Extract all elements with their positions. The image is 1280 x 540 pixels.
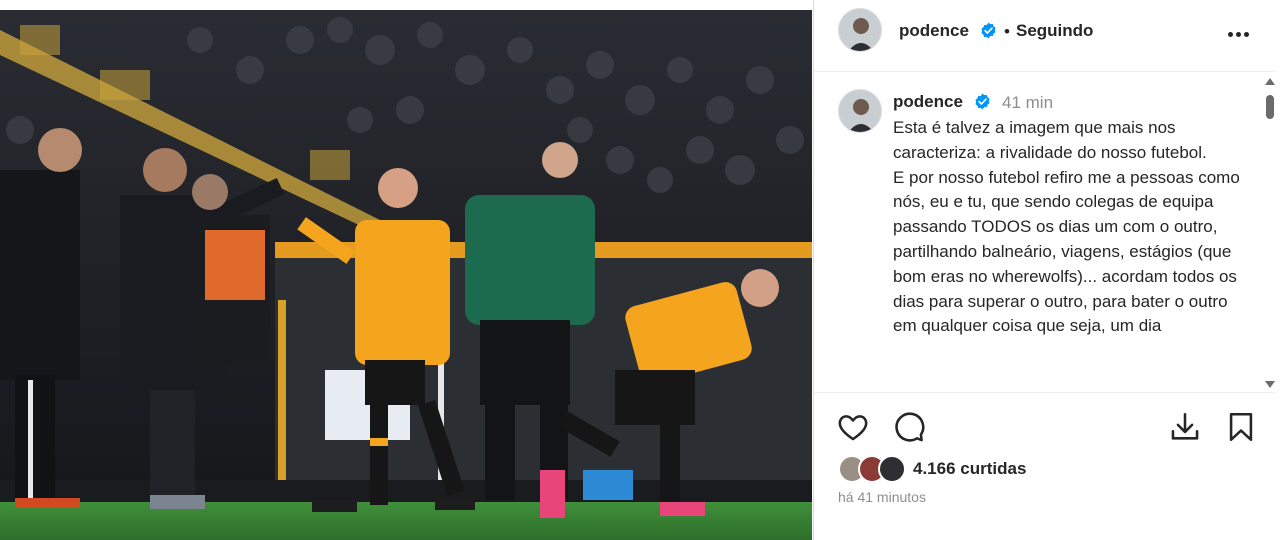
verified-badge-icon [974, 93, 991, 110]
header-separator-dot: • [1004, 22, 1010, 41]
verified-badge-icon [980, 22, 997, 39]
scrollbar-thumb[interactable] [1266, 95, 1274, 119]
caption-section: podence 41 min Esta é talvez a imagem qu… [814, 74, 1275, 392]
caption-scrollbar[interactable] [1263, 74, 1277, 392]
post-photo-illustration [0, 10, 812, 540]
comment-button[interactable] [892, 410, 926, 444]
caption-text: Esta é talvez a imagem que mais nos cara… [893, 118, 1240, 336]
heart-icon [838, 415, 868, 441]
bookmark-icon [1229, 412, 1253, 442]
actions-divider [814, 392, 1275, 393]
caption-author-avatar[interactable] [838, 89, 882, 133]
author-avatar-image [839, 9, 881, 51]
post-photo[interactable] [0, 10, 812, 540]
caption-avatar-image [839, 90, 881, 132]
caption-time-ago: 41 min [1002, 93, 1054, 112]
following-button[interactable]: Seguindo [1016, 21, 1093, 41]
like-button[interactable] [836, 410, 870, 444]
download-icon [1171, 412, 1199, 440]
scroll-up-arrow-icon[interactable] [1265, 78, 1275, 85]
likes-count[interactable]: 4.166 curtidas [913, 459, 1026, 479]
caption-username[interactable]: podence [893, 92, 963, 112]
comment-icon [895, 412, 925, 442]
more-options-icon[interactable] [1228, 24, 1256, 38]
author-username[interactable]: podence [899, 21, 969, 41]
post-header: podence • Seguindo [814, 0, 1275, 72]
post-side-panel: podence • Seguindo podence 41 min Esta é… [813, 0, 1280, 540]
author-avatar[interactable] [838, 8, 882, 52]
liker-avatar [878, 455, 906, 483]
scroll-down-arrow-icon[interactable] [1265, 381, 1275, 388]
post-timestamp[interactable]: há 41 minutos [838, 489, 926, 505]
save-button[interactable] [1224, 410, 1258, 444]
download-button[interactable] [1168, 410, 1202, 444]
